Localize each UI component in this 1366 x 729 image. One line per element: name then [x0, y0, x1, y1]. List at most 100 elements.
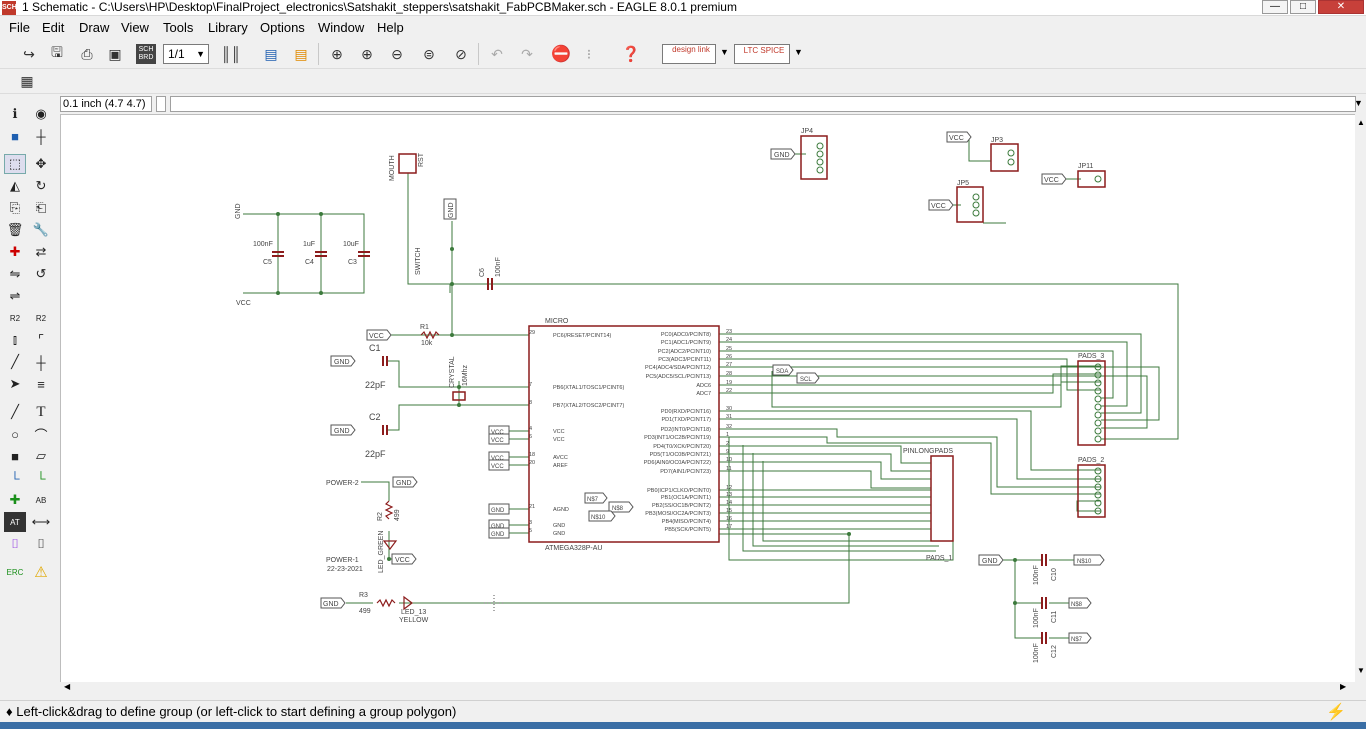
micro-pin-number: 7 [529, 382, 532, 388]
scroll-up-icon[interactable]: ▲ [1357, 118, 1365, 127]
warning-icon[interactable]: ⚠ [30, 562, 52, 582]
rotate-icon[interactable]: ↻ [30, 176, 52, 196]
scroll-left-icon[interactable]: ◀ [64, 682, 70, 691]
menu-help[interactable]: Help [377, 20, 404, 36]
scroll-right-icon[interactable]: ▶ [1340, 682, 1346, 691]
menu-edit[interactable]: Edit [42, 20, 64, 36]
junction-icon[interactable]: ✚ [4, 490, 26, 510]
optimize-icon[interactable]: ┼ [30, 352, 52, 372]
help-icon[interactable]: ❓ [620, 43, 642, 65]
close-button[interactable]: ✕ [1318, 0, 1364, 14]
menu-tools[interactable]: Tools [163, 20, 193, 36]
open-icon[interactable]: ↪ [18, 43, 40, 65]
arc-icon[interactable]: ⌒ [30, 424, 52, 444]
stop-icon[interactable]: ⛔ [550, 43, 572, 65]
sch-brd-switch-icon[interactable]: SCH BRD [136, 44, 156, 64]
frame-icon[interactable]: ⌷ [4, 534, 26, 554]
mirror-icon[interactable]: ◭ [4, 176, 26, 196]
name-icon[interactable]: R2 [4, 308, 26, 328]
module-icon[interactable]: ⌷ [30, 534, 52, 554]
lightning-icon[interactable]: ⚡ [1326, 702, 1346, 722]
wire-icon[interactable]: ╱ [4, 402, 26, 422]
rect-icon[interactable]: ■ [4, 446, 26, 466]
menu-view[interactable]: View [121, 20, 149, 36]
display-layers-icon[interactable]: ■ [4, 126, 26, 146]
save-icon[interactable]: 🖫 [46, 43, 68, 65]
sheet-select[interactable]: 1/1 ▼ [163, 44, 209, 64]
mark-icon[interactable]: ┼ [30, 126, 52, 146]
menu-options[interactable]: Options [260, 20, 305, 36]
schematic-drawing[interactable]: JP4 JP3 JP5 JP11 GND VCC VCC VCC MOUTH R… [61, 115, 1356, 683]
erc-icon[interactable]: ERC [4, 562, 26, 582]
paste-icon[interactable]: ⎗ [30, 198, 52, 218]
cam-icon[interactable]: ▣ [104, 43, 126, 65]
designlink-button[interactable]: design link [662, 44, 716, 64]
zoom-select-icon[interactable]: ⊘ [450, 43, 472, 65]
print-icon[interactable]: ⎙ [76, 43, 98, 65]
chevron-down-icon[interactable]: ▼ [794, 47, 803, 57]
info-icon[interactable]: ℹ [4, 104, 26, 124]
bus-line-icon[interactable]: └ [30, 468, 52, 488]
invoke-icon[interactable]: ⇌ [4, 286, 26, 306]
label-ab-icon[interactable]: AB [30, 490, 52, 510]
micro-pin-label: PB6(XTAL1/TOSC1/PCINT6) [553, 385, 624, 391]
c1-value: 22pF [365, 380, 386, 390]
net-vcc-jp11: VCC [1044, 177, 1059, 184]
menu-draw[interactable]: Draw [79, 20, 109, 36]
ltspice-button[interactable]: LTC SPICE [734, 44, 790, 64]
delete-icon[interactable]: 🗑 [4, 220, 26, 240]
gateswap-icon[interactable]: ⇋ [4, 264, 26, 284]
smash-icon[interactable]: ⫾ [4, 330, 26, 350]
menu-library[interactable]: Library [208, 20, 248, 36]
copy-icon[interactable]: ⎘ [4, 198, 26, 218]
value-icon[interactable]: R2 [30, 308, 52, 328]
undo-icon[interactable]: ↶ [486, 43, 508, 65]
zoom-in-icon[interactable]: ⊕ [356, 43, 378, 65]
horizontal-scrollbar[interactable]: ◀ ▶ [60, 682, 1355, 694]
minimize-button[interactable]: — [1262, 0, 1288, 14]
main-toolbar: ↪ 🖫 ⎙ ▣ SCH BRD 1/1 ▼ ║║ ▤ ▤ ⊕ ⊕ ⊖ ⊜ ⊘ ↶ … [0, 39, 1366, 69]
pinswap-icon[interactable]: ↺ [30, 264, 52, 284]
group-icon[interactable]: ⬚ [4, 154, 26, 174]
net-vcc-6: VCC [491, 438, 504, 444]
library-icon[interactable]: ║║ [220, 43, 242, 65]
attribute-icon[interactable]: AT [4, 512, 26, 532]
miter-icon[interactable]: ⌜ [30, 330, 52, 350]
ulp-icon[interactable]: ▤ [290, 43, 312, 65]
polygon-icon[interactable]: ▱ [30, 446, 52, 466]
zoom-redraw-icon[interactable]: ⊜ [418, 43, 440, 65]
circle-icon[interactable]: ○ [4, 424, 26, 444]
redo-icon[interactable]: ↷ [516, 43, 538, 65]
net-n7-micro: N$7 [587, 497, 599, 503]
text-icon[interactable]: T [30, 402, 52, 422]
zoom-out-icon[interactable]: ⊖ [386, 43, 408, 65]
split-icon[interactable]: ╱ [4, 352, 26, 372]
coordinate-options-button[interactable] [156, 96, 166, 112]
command-bar: 0.1 inch (4.7 4.7) ▼ [0, 94, 1366, 114]
menu-window[interactable]: Window [318, 20, 364, 36]
script-icon[interactable]: ▤ [260, 43, 282, 65]
change-icon[interactable]: 🔧 [30, 220, 52, 240]
bus-icon[interactable]: ➤ [4, 374, 26, 394]
chevron-down-icon[interactable]: ▼ [1354, 98, 1363, 108]
net-icon[interactable]: └ [4, 468, 26, 488]
add-icon[interactable]: ✚ [4, 242, 26, 262]
led-green-label: LED_GREEN [378, 531, 385, 573]
replace-icon[interactable]: ⇄ [30, 242, 52, 262]
vertical-scrollbar[interactable]: ▲ ▼ [1355, 114, 1366, 682]
schematic-canvas[interactable]: JP4 JP3 JP5 JP11 GND VCC VCC VCC MOUTH R… [60, 114, 1355, 682]
net-vcc-18: VCC [491, 456, 504, 462]
menu-file[interactable]: File [9, 20, 30, 36]
zoom-fit-icon[interactable]: ⊕ [326, 43, 348, 65]
r2-value: 499 [394, 509, 401, 521]
go-icon[interactable]: ⁝ [578, 43, 600, 65]
maximize-button[interactable]: □ [1290, 0, 1316, 14]
show-icon[interactable]: ◉ [30, 104, 52, 124]
command-input[interactable] [170, 96, 1356, 112]
label-icon[interactable]: ≡ [30, 374, 52, 394]
scroll-down-icon[interactable]: ▼ [1357, 666, 1365, 675]
dimension-icon[interactable]: ⟷ [30, 512, 52, 532]
move-icon[interactable]: ✥ [30, 154, 52, 174]
chevron-down-icon[interactable]: ▼ [720, 47, 729, 57]
grid-icon[interactable]: ▦ [16, 70, 38, 92]
